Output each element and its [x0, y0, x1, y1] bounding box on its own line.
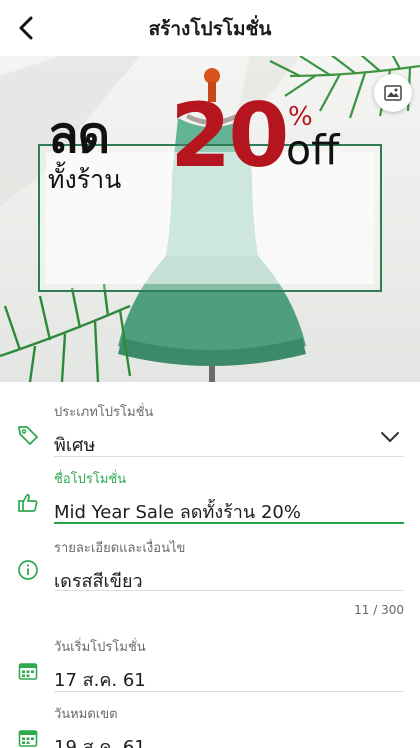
- info-icon: [16, 558, 40, 582]
- promo-off-text: off: [286, 126, 340, 174]
- promo-discount-number: 20: [170, 84, 289, 187]
- promo-type-value[interactable]: พิเศษ: [54, 430, 404, 459]
- promo-headline-sub: ทั้งร้าน: [48, 165, 122, 194]
- start-date-value[interactable]: 17 ส.ค. 61: [54, 665, 404, 694]
- calendar-icon: [16, 726, 40, 748]
- start-date-field[interactable]: วันเริ่มโปรโมชั่น 17 ส.ค. 61: [54, 636, 404, 694]
- start-date-underline: [54, 691, 404, 692]
- details-char-counter: 11 / 300: [354, 603, 404, 617]
- end-date-value[interactable]: 19 ส.ค. 61: [54, 732, 404, 748]
- promo-name-field[interactable]: ชื่อโปรโมชั่น Mid Year Sale ลดทั้งร้าน 2…: [54, 468, 404, 526]
- promo-type-field[interactable]: ประเภทโปรโมชั่น พิเศษ: [54, 401, 404, 459]
- app-header: สร้างโปรโมชั่น: [0, 0, 420, 56]
- end-date-field[interactable]: วันหมดเขต 19 ส.ค. 61: [54, 703, 404, 748]
- page-title: สร้างโปรโมชั่น: [148, 18, 272, 40]
- promo-banner-image: ลด ทั้งร้าน 20 % off: [0, 56, 420, 382]
- end-date-label: วันหมดเขต: [54, 707, 118, 722]
- start-date-label: วันเริ่มโปรโมชั่น: [54, 640, 146, 655]
- promo-type-label: ประเภทโปรโมชั่น: [54, 405, 154, 420]
- details-underline: [54, 590, 404, 591]
- promo-type-underline: [54, 456, 404, 457]
- details-label: รายละเอียดและเงื่อนไข: [54, 541, 186, 556]
- promo-name-underline: [54, 522, 404, 524]
- thumbs-up-icon: [16, 491, 40, 515]
- tag-icon: [16, 423, 40, 447]
- promo-name-label: ชื่อโปรโมชั่น: [54, 472, 127, 487]
- image-icon: [384, 85, 402, 101]
- change-image-button[interactable]: [374, 74, 412, 112]
- calendar-icon: [16, 659, 40, 683]
- details-field[interactable]: รายละเอียดและเงื่อนไข เดรสสีเขียว: [54, 537, 404, 595]
- chevron-down-icon[interactable]: [380, 428, 400, 447]
